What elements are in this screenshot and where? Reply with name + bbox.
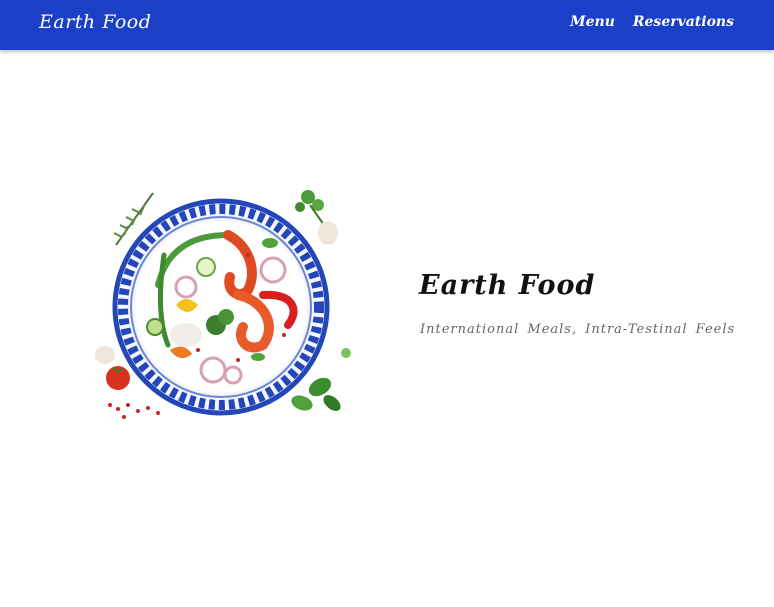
hero-tagline: International Meals, Intra-Testinal Feel… — [420, 322, 736, 337]
brand-logo-link[interactable]: Earth Food — [39, 11, 151, 33]
nav-links: Menu Reservations — [570, 14, 734, 30]
seafood-plate-image — [95, 190, 351, 419]
hero-title: Earth Food — [419, 270, 596, 301]
top-navbar: Earth Food Menu Reservations — [0, 0, 774, 50]
nav-link-menu[interactable]: Menu — [570, 14, 615, 30]
nav-link-reservations[interactable]: Reservations — [633, 14, 734, 30]
